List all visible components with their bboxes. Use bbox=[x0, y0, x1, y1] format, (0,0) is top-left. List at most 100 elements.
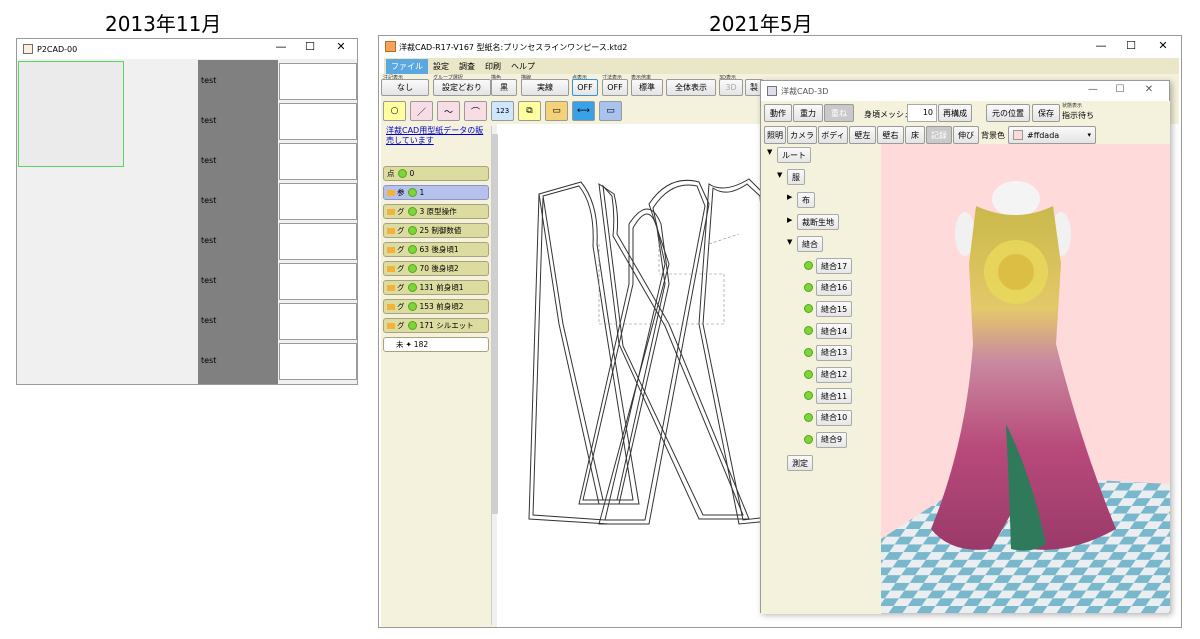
close-button[interactable]: ✕ bbox=[1135, 84, 1163, 95]
list-item[interactable]: グ 171 シルエット bbox=[383, 318, 489, 333]
menu-help[interactable]: ヘルプ bbox=[506, 59, 540, 74]
visible-icon[interactable] bbox=[804, 391, 813, 401]
reset-position-button[interactable]: 元の位置 bbox=[986, 104, 1030, 122]
visible-icon[interactable] bbox=[407, 188, 417, 197]
tree-node-seam[interactable]: 縫合 bbox=[797, 236, 823, 252]
tree-node-seam-item[interactable]: 縫合14 bbox=[816, 323, 853, 340]
measure-tool-icon[interactable]: ⟷ bbox=[572, 101, 595, 121]
save-button[interactable]: 保存 bbox=[1032, 104, 1060, 122]
folder-tool-icon[interactable]: ▭ bbox=[545, 101, 568, 121]
menu-file[interactable]: ファイル bbox=[386, 58, 428, 74]
close-button[interactable]: ✕ bbox=[1149, 39, 1177, 52]
minimize-button[interactable]: — bbox=[1087, 39, 1115, 52]
body-button[interactable]: ボディ bbox=[818, 126, 848, 144]
menu-inspect[interactable]: 調査 bbox=[454, 59, 480, 74]
lighting-button[interactable]: 照明 bbox=[764, 126, 786, 144]
list-item[interactable]: グ 3 原型操作 bbox=[383, 204, 489, 219]
arc-tool-icon[interactable]: ⌒ bbox=[464, 101, 487, 121]
maximize-button[interactable]: ☐ bbox=[296, 40, 324, 53]
expand-arrow-icon[interactable]: ▼ bbox=[787, 238, 792, 246]
camera-button[interactable]: カメラ bbox=[787, 126, 817, 144]
record-button[interactable]: 記録 bbox=[926, 126, 952, 144]
visible-icon[interactable] bbox=[804, 347, 813, 357]
scroll-thumb[interactable] bbox=[492, 134, 498, 514]
text-field[interactable] bbox=[279, 183, 357, 220]
visible-icon[interactable] bbox=[804, 282, 813, 292]
list-item[interactable]: グ 25 制御数値 bbox=[383, 223, 489, 238]
visible-icon[interactable] bbox=[804, 412, 813, 422]
text-field[interactable] bbox=[279, 143, 357, 180]
3d-button[interactable]: 3D bbox=[719, 79, 743, 96]
tree-node-seam-item[interactable]: 縫合10 bbox=[816, 409, 853, 426]
3d-viewport[interactable] bbox=[881, 144, 1170, 613]
point-display-button[interactable]: OFF bbox=[572, 79, 598, 96]
group-select-button[interactable]: 設定どおり bbox=[433, 79, 491, 96]
motion-button[interactable]: 動作 bbox=[764, 104, 792, 122]
floor-button[interactable]: 床 bbox=[905, 126, 925, 144]
overlap-button[interactable]: 重ね bbox=[824, 104, 854, 122]
tree-node-cut-fabric[interactable]: 裁断生地 bbox=[797, 214, 839, 230]
shop-link[interactable]: 洋裁CAD用型紙データの販売しています bbox=[386, 126, 486, 146]
visible-icon[interactable] bbox=[804, 261, 813, 270]
wall-left-button[interactable]: 壁左 bbox=[849, 126, 876, 144]
visible-icon[interactable] bbox=[407, 302, 417, 311]
collapse-arrow-icon[interactable]: ▶ bbox=[787, 193, 792, 201]
wall-right-button[interactable]: 壁右 bbox=[877, 126, 904, 144]
rebuild-button[interactable]: 再構成 bbox=[938, 104, 972, 122]
visible-icon[interactable] bbox=[407, 245, 417, 254]
text-field[interactable] bbox=[279, 343, 357, 380]
visible-icon[interactable] bbox=[804, 369, 813, 379]
copy-tool-icon[interactable]: ⧉ bbox=[518, 101, 541, 121]
menu-settings[interactable]: 設定 bbox=[428, 59, 454, 74]
text-field[interactable] bbox=[279, 303, 357, 340]
bg-color-select[interactable]: #ffdada ▾ bbox=[1008, 126, 1096, 144]
curve-tool-icon[interactable]: 〜 bbox=[437, 101, 460, 121]
expand-arrow-icon[interactable]: ▼ bbox=[777, 171, 782, 179]
open-folder-icon[interactable]: ▭ bbox=[599, 101, 622, 121]
text-field[interactable] bbox=[279, 63, 357, 100]
list-item[interactable]: グ 70 後身頃2 bbox=[383, 261, 489, 276]
tree-node-seam-item[interactable]: 縫合15 bbox=[816, 301, 853, 318]
list-item[interactable]: 未 ✦ 182 bbox=[383, 337, 489, 352]
tree-node-cloth[interactable]: 布 bbox=[797, 192, 815, 208]
minimize-button[interactable]: — bbox=[267, 40, 295, 53]
line-tool-icon[interactable]: ／ bbox=[410, 101, 433, 121]
visible-icon[interactable] bbox=[407, 283, 417, 292]
visible-icon[interactable] bbox=[804, 304, 813, 314]
visible-icon[interactable] bbox=[804, 434, 813, 444]
tree-node-seam-item[interactable]: 縫合13 bbox=[816, 344, 853, 361]
visible-icon[interactable] bbox=[397, 169, 407, 178]
visible-icon[interactable] bbox=[407, 321, 417, 330]
tree-node-root[interactable]: ルート bbox=[777, 147, 811, 163]
scrollbar[interactable] bbox=[491, 126, 498, 625]
tree-node-clothes[interactable]: 服 bbox=[787, 169, 805, 185]
text-field[interactable] bbox=[279, 103, 357, 140]
tree-node-measure[interactable]: 測定 bbox=[787, 455, 813, 471]
collapse-arrow-icon[interactable]: ▶ bbox=[787, 216, 792, 224]
close-button[interactable]: ✕ bbox=[327, 40, 355, 53]
point-tool-icon[interactable]: ○ bbox=[383, 101, 406, 121]
list-item[interactable]: 点0 bbox=[383, 166, 489, 181]
tree-node-seam-item[interactable]: 縫合17 bbox=[816, 258, 853, 274]
tree-node-seam-item[interactable]: 縫合11 bbox=[816, 388, 853, 405]
tree-node-seam-item[interactable]: 縫合12 bbox=[816, 366, 853, 383]
drawing-panel[interactable] bbox=[18, 61, 124, 167]
visible-icon[interactable] bbox=[804, 326, 813, 336]
gravity-button[interactable]: 重力 bbox=[793, 104, 823, 122]
minimize-button[interactable]: — bbox=[1079, 84, 1107, 95]
stretch-button[interactable]: 伸び bbox=[953, 126, 979, 144]
visible-icon[interactable] bbox=[407, 226, 417, 235]
visible-icon[interactable] bbox=[407, 207, 417, 216]
list-item[interactable]: グ 63 後身頃1 bbox=[383, 242, 489, 257]
mesh-input[interactable]: 10 bbox=[907, 104, 937, 122]
maximize-button[interactable]: ☐ bbox=[1117, 39, 1145, 52]
text-field[interactable] bbox=[279, 263, 357, 300]
annotation-button[interactable]: なし bbox=[381, 79, 429, 96]
list-item[interactable]: グ 131 前身頃1 bbox=[383, 280, 489, 295]
list-item[interactable]: 参1 bbox=[383, 185, 489, 200]
text-field[interactable] bbox=[279, 223, 357, 260]
tree-node-seam-item[interactable]: 縫合9 bbox=[816, 431, 848, 448]
visible-icon[interactable] bbox=[407, 264, 417, 273]
color-button[interactable]: 黒 bbox=[491, 79, 517, 96]
tree-node-seam-item[interactable]: 縫合16 bbox=[816, 279, 853, 296]
